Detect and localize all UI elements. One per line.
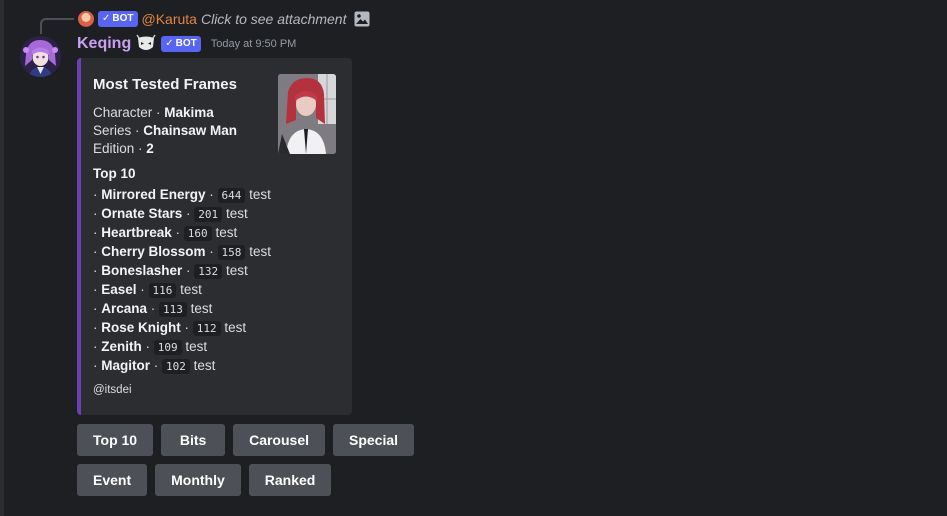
- frame-count: 112: [192, 321, 221, 336]
- series-line: Series · Chainsaw Man: [93, 123, 238, 138]
- message-header: Keqing ✓ BOT Today at 9:50 PM: [77, 34, 296, 54]
- bot-badge: ✓ BOT: [161, 36, 201, 52]
- frame-unit: test: [190, 301, 213, 316]
- monthly-button[interactable]: Monthly: [155, 464, 241, 496]
- frame-unit: test: [225, 263, 248, 278]
- frame-unit: test: [225, 206, 248, 221]
- channel-edge: [0, 0, 4, 516]
- frame-unit: test: [193, 358, 216, 373]
- timestamp[interactable]: Today at 9:50 PM: [211, 38, 297, 50]
- bits-button[interactable]: Bits: [161, 424, 226, 456]
- image-icon: [354, 11, 370, 27]
- edition-label: Edition: [93, 141, 135, 156]
- mask-badge-icon: [136, 34, 156, 50]
- frame-name: Zenith: [101, 339, 142, 354]
- reply-text[interactable]: Click to see attachment: [201, 11, 347, 27]
- reply-bot-label: BOT: [112, 13, 134, 24]
- list-item: · Ornate Stars · 201 test: [93, 206, 248, 222]
- frame-name: Mirrored Energy: [101, 187, 206, 202]
- embed-thumbnail[interactable]: [278, 74, 336, 154]
- frame-name: Arcana: [101, 301, 148, 316]
- list-item: · Cherry Blossom · 158 test: [93, 244, 271, 260]
- list-item: · Mirrored Energy · 644 test: [93, 187, 271, 203]
- button-row-2: Event Monthly Ranked: [77, 464, 332, 496]
- avatar[interactable]: [20, 36, 61, 77]
- frame-name: Rose Knight: [101, 320, 181, 335]
- frame-count: 102: [162, 359, 190, 374]
- list-item: · Rose Knight · 112 test: [93, 320, 247, 336]
- list-item: · Heartbreak · 160 test: [93, 225, 238, 241]
- avatar-image: [20, 36, 61, 77]
- frame-name: Cherry Blossom: [101, 244, 206, 259]
- character-value: Makima: [164, 105, 214, 120]
- frame-name: Ornate Stars: [101, 206, 183, 221]
- frame-name: Magitor: [101, 358, 150, 373]
- frame-count: 160: [183, 226, 212, 241]
- list-item: · Magitor · 102 test: [93, 358, 216, 374]
- list-item: · Arcana · 113 test: [93, 301, 213, 317]
- top-list-title: Top 10: [93, 166, 136, 181]
- frame-unit: test: [180, 282, 202, 297]
- card-info: Character · Makima Series · Chainsaw Man…: [93, 104, 237, 158]
- embed-footer: @itsdei: [93, 384, 132, 396]
- reply-connector: [40, 18, 74, 34]
- frame-unit: test: [185, 339, 208, 354]
- embed: Most Tested Frames Character · Makima Se…: [77, 58, 352, 415]
- list-item: · Zenith · 109 test: [93, 339, 208, 355]
- reply-author[interactable]: @Karuta: [142, 11, 197, 27]
- list-item: · Boneslasher · 132 test: [93, 263, 248, 279]
- frame-name: Easel: [101, 282, 137, 297]
- frame-name: Heartbreak: [101, 225, 172, 240]
- frame-count: 132: [194, 264, 223, 279]
- frame-count: 116: [148, 283, 177, 298]
- reply-avatar[interactable]: [78, 11, 94, 27]
- check-icon: ✓: [165, 38, 174, 49]
- frame-count: 644: [217, 188, 246, 203]
- frame-list: · Mirrored Energy · 644 test · Ornate St…: [93, 185, 271, 375]
- event-button[interactable]: Event: [77, 464, 148, 496]
- embed-title: Most Tested Frames: [93, 76, 237, 93]
- reply-bot-badge: ✓ BOT: [98, 11, 138, 27]
- button-row-1: Top 10 Bits Carousel Special: [77, 424, 415, 456]
- character-line: Character · Makima: [93, 105, 214, 120]
- frame-unit: test: [224, 320, 247, 335]
- ranked-button[interactable]: Ranked: [248, 464, 332, 496]
- frame-unit: test: [249, 244, 271, 259]
- frame-count: 158: [217, 245, 246, 260]
- frame-count: 201: [194, 207, 223, 222]
- frame-name: Boneslasher: [101, 263, 183, 278]
- character-label: Character: [93, 105, 153, 120]
- edition-line: Edition · 2: [93, 141, 154, 156]
- reply-preview[interactable]: ✓ BOT @Karuta Click to see attachment: [78, 11, 370, 27]
- series-value: Chainsaw Man: [143, 123, 238, 138]
- character-image: [278, 74, 336, 154]
- bot-label: BOT: [175, 38, 197, 49]
- frame-count: 109: [153, 340, 182, 355]
- edition-value: 2: [146, 141, 154, 156]
- username[interactable]: Keqing: [77, 35, 131, 53]
- top-10-button[interactable]: Top 10: [77, 424, 154, 456]
- frame-unit: test: [249, 187, 271, 202]
- frame-count: 113: [159, 302, 187, 317]
- carousel-button[interactable]: Carousel: [233, 424, 325, 456]
- list-item: · Easel · 116 test: [93, 282, 202, 298]
- series-label: Series: [93, 123, 132, 138]
- special-button[interactable]: Special: [333, 424, 415, 456]
- frame-unit: test: [215, 225, 238, 240]
- check-icon: ✓: [102, 13, 111, 24]
- chat-area: ✓ BOT @Karuta Click to see attachment Ke…: [0, 0, 947, 516]
